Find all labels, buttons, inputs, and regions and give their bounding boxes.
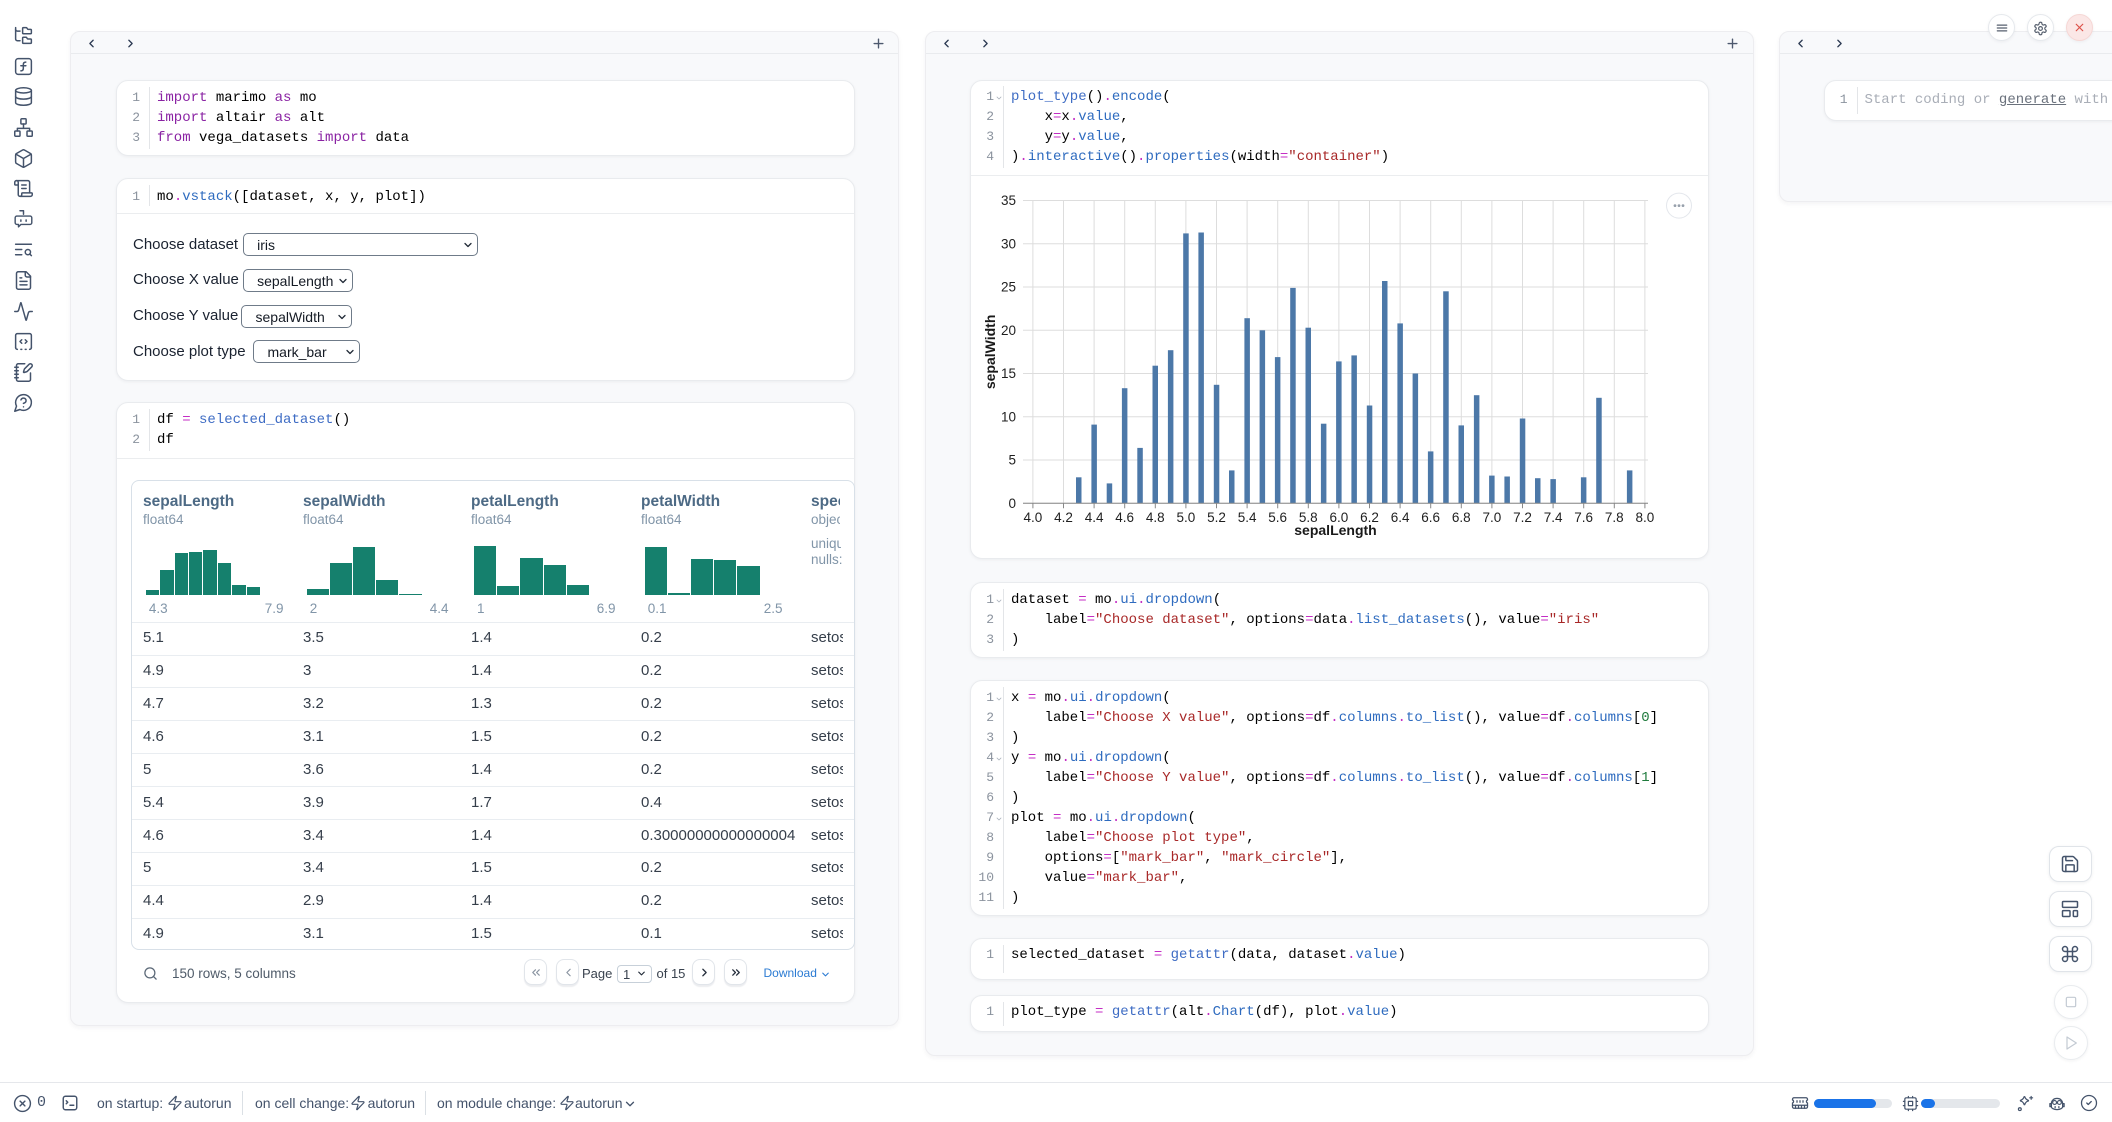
svg-text:sepalLength: sepalLength	[1294, 521, 1376, 537]
svg-text:4.0: 4.0	[1024, 509, 1043, 524]
svg-text:5.4: 5.4	[1238, 509, 1257, 524]
svg-text:30: 30	[1001, 236, 1016, 251]
svg-text:7.8: 7.8	[1605, 509, 1624, 524]
svg-text:6.8: 6.8	[1452, 509, 1471, 524]
svg-text:7.2: 7.2	[1513, 509, 1532, 524]
svg-text:8.0: 8.0	[1636, 509, 1655, 524]
svg-text:35: 35	[1001, 193, 1016, 208]
svg-text:7.6: 7.6	[1574, 509, 1593, 524]
svg-text:4.2: 4.2	[1054, 509, 1073, 524]
svg-text:4.6: 4.6	[1115, 509, 1134, 524]
svg-text:7.4: 7.4	[1544, 509, 1563, 524]
svg-text:6.6: 6.6	[1421, 509, 1440, 524]
svg-text:5: 5	[1008, 452, 1016, 467]
svg-text:5.6: 5.6	[1268, 509, 1287, 524]
svg-text:sepalWidth: sepalWidth	[982, 314, 998, 389]
svg-text:7.0: 7.0	[1483, 509, 1502, 524]
svg-text:25: 25	[1001, 279, 1016, 294]
svg-text:6.4: 6.4	[1391, 509, 1410, 524]
svg-text:5.2: 5.2	[1207, 509, 1226, 524]
svg-text:20: 20	[1001, 322, 1016, 337]
svg-text:4.4: 4.4	[1085, 509, 1104, 524]
svg-text:0: 0	[1008, 495, 1016, 510]
svg-text:15: 15	[1001, 366, 1016, 381]
svg-text:4.8: 4.8	[1146, 509, 1165, 524]
svg-text:5.0: 5.0	[1177, 509, 1196, 524]
svg-text:10: 10	[1001, 409, 1016, 424]
